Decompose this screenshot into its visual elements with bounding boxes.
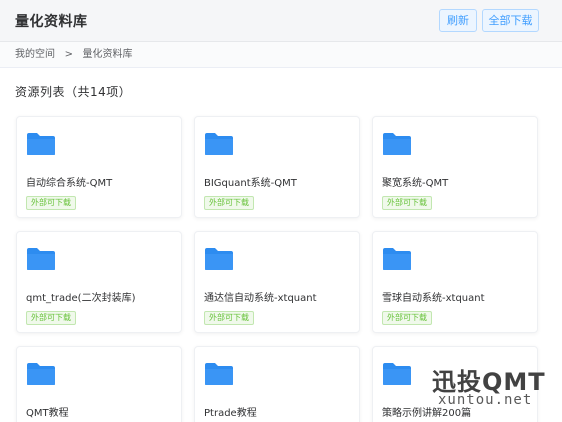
refresh-button[interactable]: 刷新 — [439, 9, 477, 32]
resource-name: 通达信自动系统-xtquant — [204, 293, 317, 304]
resource-name: qmt_trade(二次封装库) — [26, 293, 136, 304]
breadcrumb-root[interactable]: 我的空间 — [15, 49, 55, 60]
external-download-badge: 外部可下载 — [26, 311, 76, 325]
folder-icon — [205, 133, 233, 155]
folder-icon — [27, 133, 55, 155]
app-header: 量化资料库 刷新 全部下载 — [0, 0, 562, 42]
folder-icon — [383, 133, 411, 155]
folder-icon — [205, 248, 233, 270]
resource-name: QMT教程 — [26, 408, 69, 419]
folder-icon — [383, 363, 411, 385]
resource-card[interactable]: qmt_trade(二次封装库) 外部可下载 — [16, 231, 182, 333]
watermark: 迅投QMT xuntou.net — [432, 362, 554, 416]
resource-card[interactable]: 通达信自动系统-xtquant 外部可下载 — [194, 231, 360, 333]
external-download-badge: 外部可下载 — [382, 311, 432, 325]
breadcrumb-current: 量化资料库 — [82, 49, 133, 60]
resource-name: 自动综合系统-QMT — [26, 178, 113, 189]
resource-name: Ptrade教程 — [204, 408, 257, 419]
external-download-badge: 外部可下载 — [26, 196, 76, 210]
download-all-button[interactable]: 全部下载 — [482, 9, 539, 32]
watermark-sub: xuntou.net — [438, 392, 533, 408]
resource-card[interactable]: 雪球自动系统-xtquant 外部可下载 — [372, 231, 538, 333]
resource-card[interactable]: 聚宽系统-QMT 外部可下载 — [372, 116, 538, 218]
external-download-badge: 外部可下载 — [204, 196, 254, 210]
resource-card[interactable]: Ptrade教程 — [194, 346, 360, 422]
breadcrumb: 我的空间 > 量化资料库 — [0, 42, 562, 68]
resource-name: BIGquant系统-QMT — [204, 178, 297, 189]
breadcrumb-separator: > — [64, 49, 73, 60]
external-download-badge: 外部可下载 — [382, 196, 432, 210]
resource-list-title: 资源列表（共14项） — [15, 85, 132, 99]
folder-icon — [27, 248, 55, 270]
resource-name: 雪球自动系统-xtquant — [382, 293, 485, 304]
app-title: 量化资料库 — [15, 14, 88, 30]
resource-card[interactable]: 自动综合系统-QMT 外部可下载 — [16, 116, 182, 218]
folder-icon — [205, 363, 233, 385]
resource-name: 聚宽系统-QMT — [382, 178, 449, 189]
resource-card[interactable]: BIGquant系统-QMT 外部可下载 — [194, 116, 360, 218]
external-download-badge: 外部可下载 — [204, 311, 254, 325]
folder-icon — [27, 363, 55, 385]
folder-icon — [383, 248, 411, 270]
resource-card[interactable]: QMT教程 — [16, 346, 182, 422]
